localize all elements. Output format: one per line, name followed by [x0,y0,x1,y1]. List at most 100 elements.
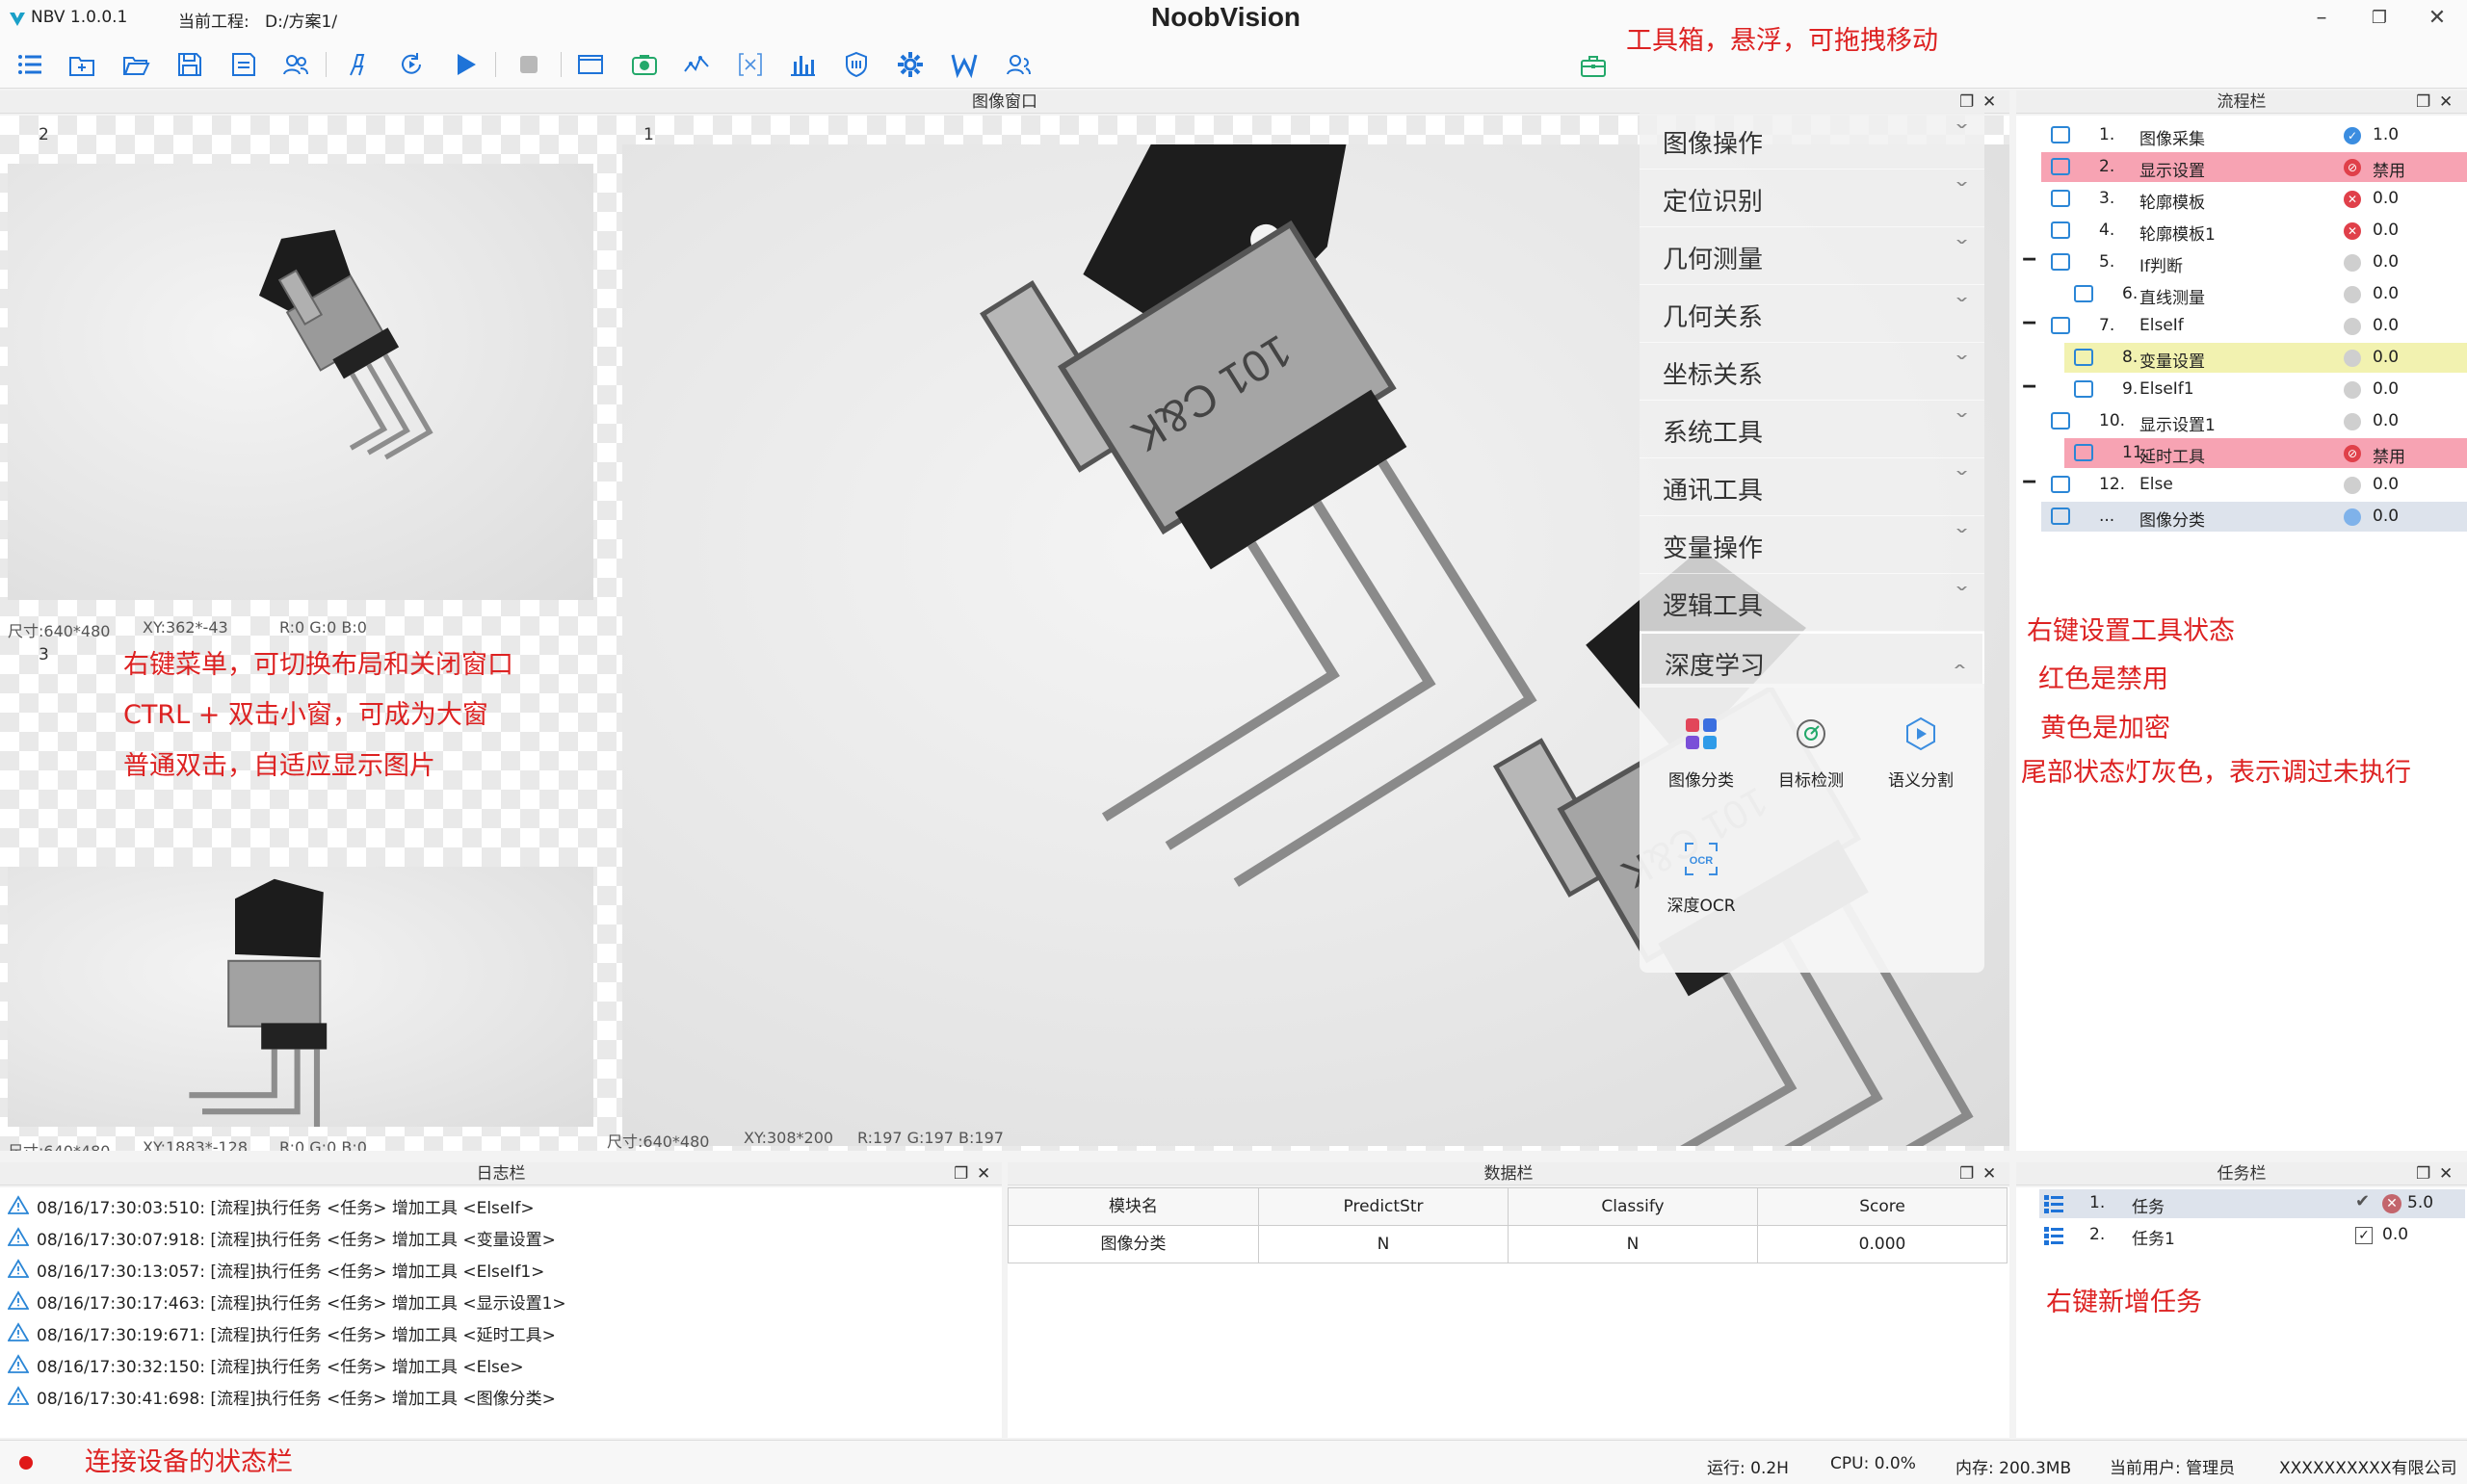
table-cell[interactable]: N [1258,1225,1509,1263]
minimize-button[interactable]: – [2302,4,2341,35]
flow-row[interactable]: ‒ 9. ElseIf1 0.0 [2016,374,2467,405]
collapse-icon[interactable]: ‒ [2022,247,2036,271]
check-icon[interactable]: ✔ [2355,1191,2370,1211]
task-checkbox[interactable]: ✓ [2355,1227,2373,1244]
chevron-down-icon: ˇ [1953,412,1971,436]
log-entry[interactable]: 08/16/17:30:17:463: [流程]执行任务 <任务> 增加工具 <… [0,1285,1002,1316]
flow-row[interactable]: 6. 直线测量 0.0 [2016,278,2467,310]
table-cell[interactable]: 0.000 [1757,1225,2008,1263]
tool-semantic-seg[interactable]: 语义分割 [1875,697,1967,792]
floating-toolbox[interactable]: 图像操作 ˇ 定位识别 ˇ 几何测量 ˇ 几何关系 ˇ 坐标关系 ˇ 系统工具 ˇ 通讯工具… [1640,112,1984,973]
float-panel-icon[interactable]: ❐ [1959,1162,1974,1185]
tool-icon [2074,444,2093,461]
category-coordinate[interactable]: 坐标关系 ˇ [1640,343,1984,401]
log-entry[interactable]: 08/16/17:30:07:918: [流程]执行任务 <任务> 增加工具 <… [0,1221,1002,1253]
float-panel-icon[interactable]: ❐ [2416,91,2430,114]
flow-row-value: 禁用 [2373,448,2405,467]
run-once-icon[interactable] [341,48,374,81]
task-row[interactable]: 1. 任务 ✔ ✕ 5.0 [2039,1189,2465,1218]
close-panel-icon[interactable]: ✕ [1982,91,1996,114]
tool-deep-ocr[interactable]: OCR 深度OCR [1655,822,1747,917]
flow-row[interactable]: 4. 轮廓模板1 ✕ 0.0 [2016,215,2467,247]
small-image-2[interactable] [8,164,593,600]
log-entry[interactable]: 08/16/17:30:03:510: [流程]执行任务 <任务> 增加工具 <… [0,1189,1002,1221]
tool-image-classify[interactable]: 图像分类 [1655,697,1747,792]
toolbox-icon[interactable] [1577,50,1610,83]
tool-object-detect[interactable]: 目标检测 [1765,697,1857,792]
category-comm[interactable]: 通讯工具 ˇ [1640,458,1984,516]
category-image-ops[interactable]: 图像操作 ˇ [1640,112,1984,169]
flow-row-value: 禁用 [2373,162,2405,181]
log-entry[interactable]: 08/16/17:30:32:150: [流程]执行任务 <任务> 增加工具 <… [0,1348,1002,1380]
log-entry[interactable]: 08/16/17:30:13:057: [流程]执行任务 <任务> 增加工具 <… [0,1253,1002,1285]
small-image-3[interactable] [8,867,593,1127]
chart-icon[interactable] [786,48,819,81]
column-header[interactable]: Score [1757,1187,2008,1226]
close-button[interactable]: ✕ [2418,4,2456,35]
flow-row[interactable]: ... 图像分类 0.0 [2016,501,2467,533]
save-as-icon[interactable] [227,48,260,81]
close-panel-icon[interactable]: ✕ [2439,1162,2453,1185]
loop-run-icon[interactable] [395,48,428,81]
category-locate[interactable]: 定位识别 ˇ [1640,169,1984,227]
flow-row[interactable]: 1. 图像采集 ✓ 1.0 [2016,119,2467,151]
new-project-icon[interactable] [66,48,98,81]
play-icon[interactable] [449,48,482,81]
close-panel-icon[interactable]: ✕ [2439,91,2453,114]
category-geometry[interactable]: 几何关系 ˇ [1640,285,1984,343]
curve-icon[interactable] [680,48,713,81]
float-panel-icon[interactable]: ❐ [1959,91,1974,114]
save-icon[interactable] [173,48,206,81]
switch-photo [189,878,328,1127]
category-system[interactable]: 系统工具 ˇ [1640,401,1984,458]
settings-icon[interactable] [894,48,927,81]
column-header[interactable]: 模块名 [1008,1187,1259,1226]
collapse-icon[interactable]: ‒ [2022,374,2036,398]
display-window-icon[interactable] [574,48,607,81]
flow-row[interactable]: 2. 显示设置 ⊘ 禁用 [2016,151,2467,183]
collapse-icon[interactable]: ‒ [2022,310,2036,334]
table-cell[interactable]: N [1508,1225,1758,1263]
log-entry[interactable]: 08/16/17:30:41:698: [流程]执行任务 <任务> 增加工具 <… [0,1380,1002,1412]
close-panel-icon[interactable]: ✕ [1982,1162,1996,1185]
flow-row[interactable]: 3. 轮廓模板 ✕ 0.0 [2016,183,2467,215]
user-manage-icon[interactable] [1002,48,1035,81]
variable-icon[interactable] [734,48,767,81]
status-light-icon [2344,477,2361,494]
warning-icon [8,1195,29,1214]
float-panel-icon[interactable]: ❐ [954,1162,968,1185]
table-cell[interactable]: 图像分类 [1008,1225,1259,1263]
security-icon[interactable] [840,48,873,81]
stop-icon[interactable] [512,48,545,81]
task-row[interactable]: 2. 任务1 ✓ 0.0 [2039,1221,2465,1250]
flow-row[interactable]: 11. 延时工具 ⊘ 禁用 [2016,437,2467,469]
flow-row[interactable]: ‒ 7. ElseIf 0.0 [2016,310,2467,342]
log-panel-header: 日志栏 [0,1162,1002,1185]
column-header[interactable]: Classify [1508,1187,1758,1226]
users-icon[interactable] [279,48,312,81]
flow-row[interactable]: 10. 显示设置1 0.0 [2016,405,2467,437]
word-report-icon[interactable] [948,48,981,81]
device-status-icon[interactable] [19,1456,33,1470]
log-entry[interactable]: 08/16/17:30:19:671: [流程]执行任务 <任务> 增加工具 <… [0,1316,1002,1348]
menu-icon[interactable] [13,48,46,81]
column-header[interactable]: PredictStr [1258,1187,1509,1226]
camera-icon[interactable] [628,48,661,81]
category-measure[interactable]: 几何测量 ˇ [1640,227,1984,285]
open-folder-icon[interactable] [119,48,152,81]
chevron-down-icon: ˇ [1953,239,1971,263]
float-panel-icon[interactable]: ❐ [2416,1162,2430,1185]
collapse-icon[interactable]: ‒ [2022,469,2036,493]
category-variable[interactable]: 变量操作 ˇ [1640,516,1984,574]
restore-button[interactable]: ❐ [2360,4,2399,35]
image-size: 尺寸:640*480 [8,622,111,640]
category-deep-learning[interactable]: 深度学习 ˇ [1640,632,1984,688]
flow-row[interactable]: ‒ 5. If判断 0.0 [2016,247,2467,278]
category-logic[interactable]: 逻辑工具 ˇ [1640,574,1984,632]
app-version: NBV 1.0.0.1 [31,8,128,27]
close-panel-icon[interactable]: ✕ [977,1162,990,1185]
task-list-icon [2044,1195,2063,1213]
flow-row[interactable]: 8. 变量设置 0.0 [2016,342,2467,374]
warning-icon [8,1386,29,1405]
flow-row[interactable]: ‒ 12. Else 0.0 [2016,469,2467,501]
